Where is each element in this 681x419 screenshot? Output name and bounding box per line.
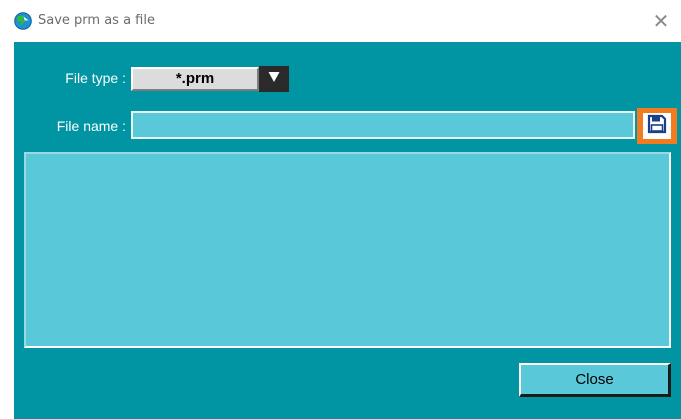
close-button[interactable]: Close — [519, 363, 671, 397]
file-list[interactable] — [24, 152, 671, 348]
save-button-face — [643, 113, 671, 139]
file-type-select[interactable]: *.prm — [131, 67, 259, 91]
file-name-input[interactable] — [131, 111, 635, 139]
window-title: Save prm as a file — [38, 13, 155, 28]
window-close-button[interactable]: ✕ — [647, 8, 675, 34]
triangle-down-icon — [268, 70, 280, 88]
dialog-body: File type : *.prm File name : Close — [14, 42, 681, 419]
app-logo-icon — [14, 12, 32, 30]
file-type-dropdown-button[interactable] — [259, 66, 289, 92]
file-name-label: File name : — [56, 118, 126, 134]
title-bar: Save prm as a file ✕ — [0, 0, 681, 42]
file-type-label: File type : — [65, 70, 126, 86]
floppy-disk-icon — [647, 114, 667, 139]
save-file-dialog: Save prm as a file ✕ File type : *.prm F… — [0, 0, 681, 419]
save-button[interactable] — [637, 108, 677, 144]
